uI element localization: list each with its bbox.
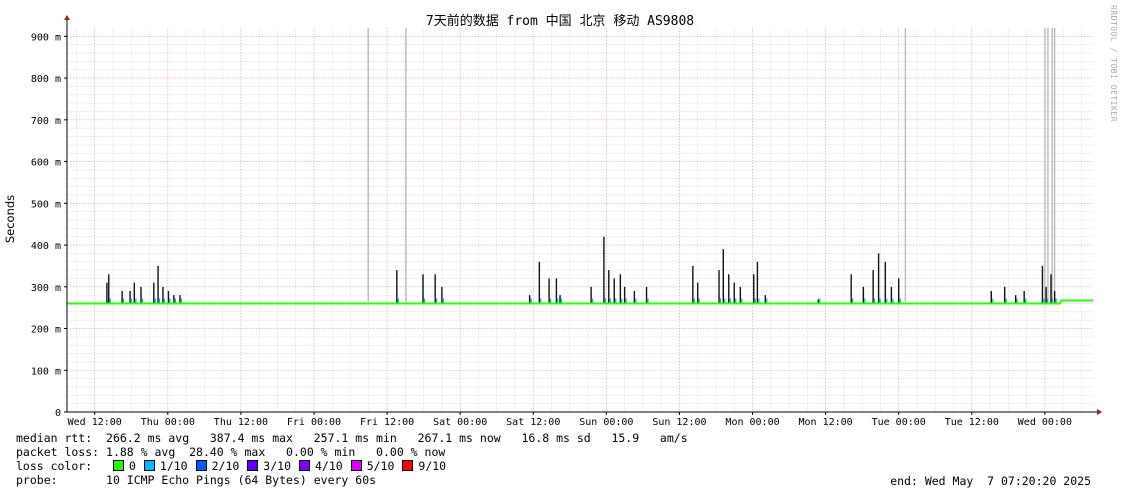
loss-color-label-text: 5/10 [366,459,395,473]
probe-label: probe: [16,473,58,487]
loss-color-item: 3/10 [247,459,291,473]
loss-color-swatch [195,460,207,471]
loss-color-label-text: 9/10 [418,459,447,473]
x-axis-arrow [1097,409,1102,415]
loss-stats: 1.88 % avg 28.40 % max 0.00 % min 0.00 %… [106,445,446,459]
loss-color-item: 4/10 [299,459,343,473]
loss-color-swatch [143,460,155,471]
loss-color-item: 1/10 [143,459,188,473]
x-tick-label: Fri 12:00 [360,417,414,428]
loss-color-item: 2/10 [195,459,240,473]
loss-label: packet loss: [16,445,100,459]
legend-median-rtt: median rtt: 266.2 ms avg 387.4 ms max 25… [16,431,688,445]
loss-color-swatch [402,460,414,471]
loss-color-item: 9/10 [402,459,446,473]
axes: 0 100 m 200 m 300 m 400 m 500 m 600 m 700 m 800 … [31,15,1102,428]
x-tick-label: Wed 12:00 [68,417,122,428]
y-axis-arrow [64,15,70,20]
y-tick-label: 400 m [31,241,61,252]
x-tick-label: Tue 00:00 [872,417,926,428]
loss-color-item: 5/10 [350,459,395,473]
loss-color-swatch [350,460,362,471]
y-tick-label: 500 m [31,199,61,210]
y-tick-label: 100 m [31,366,61,377]
smokeping-chart: 0 100 m 200 m 300 m 400 m 500 m 600 m 700 m 800 … [3,13,1102,428]
y-tick-label: 700 m [31,116,61,127]
x-tick-label: Sun 12:00 [652,417,706,428]
x-tick-label: Fri 00:00 [287,417,341,428]
x-tick-label: Thu 00:00 [141,417,195,428]
loss-color-label: loss color: [16,459,93,473]
loss-color-label-text: 3/10 [263,459,291,473]
x-tick-label: Tue 12:00 [945,417,999,428]
y-tick-label: 900 m [31,32,61,43]
median-label: median rtt: [16,431,93,445]
loss-color-label-text: 0 [128,459,136,473]
chart-title: 7天前的数据 from 中国 北京 移动 AS9808 [426,13,694,29]
x-tick-label: Thu 12:00 [214,417,268,428]
x-tick-label: Mon 12:00 [799,417,853,428]
legend-loss-color: loss color: 0 1/10 2/10 3/10 4/10 5/10 9/10 [16,459,454,473]
end-timestamp: end: Wed May 7 07:20:20 2025 [890,474,1091,488]
x-tick-label: Sat 12:00 [506,417,560,428]
probe-text: 10 ICMP Echo Pings (64 Bytes) every 60s [106,473,377,487]
loss-color-swatch [247,460,259,471]
loss-color-label-text: 1/10 [159,459,188,473]
x-tick-label: Sun 00:00 [579,417,633,428]
data-marks [67,28,1093,305]
legend-packet-loss: packet loss: 1.88 % avg 28.40 % max 0.00… [16,445,445,459]
rrdtool-watermark: RRDTOOL / TOBI OETIKER [1109,5,1118,122]
loss-color-swatch [112,460,124,471]
loss-color-list: 0 1/10 2/10 3/10 4/10 5/10 9/10 [112,459,454,473]
loss-color-label-text: 2/10 [211,459,240,473]
y-tick-label: 0 [55,408,61,419]
loss-color-label-text: 4/10 [315,459,343,473]
y-tick-label: 200 m [31,325,61,336]
y-tick-label: 800 m [31,74,61,85]
loss-color-swatch [299,460,310,471]
x-tick-label: Sat 00:00 [433,417,487,428]
x-tick-label: Mon 00:00 [725,417,779,428]
x-tick-label: Wed 00:00 [1018,417,1072,428]
y-tick-label: 600 m [31,158,61,169]
y-tick-label: 300 m [31,283,61,294]
median-stats: 266.2 ms avg 387.4 ms max 257.1 ms min 2… [106,431,688,445]
loss-color-item: 0 [112,459,136,473]
grid-lines [67,28,1093,412]
legend-probe: probe: 10 ICMP Echo Pings (64 Bytes) eve… [16,473,376,487]
y-axis-label: Seconds [3,195,17,243]
